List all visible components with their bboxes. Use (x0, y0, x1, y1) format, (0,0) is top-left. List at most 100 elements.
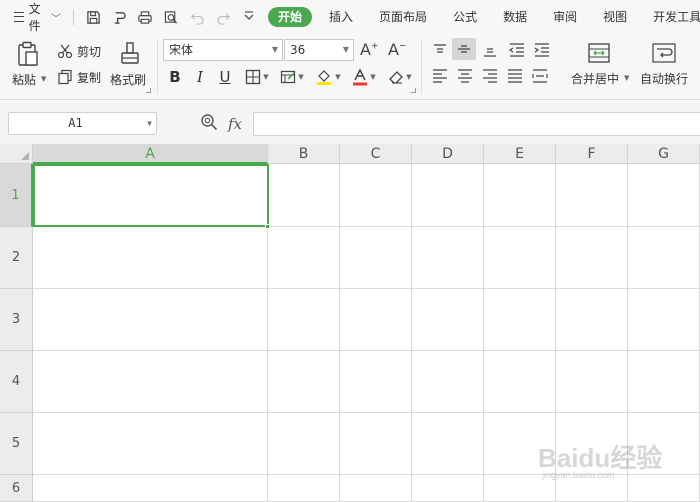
print-preview-icon[interactable] (162, 8, 180, 26)
column-header-a[interactable]: A (33, 144, 268, 164)
bold-button[interactable]: B (166, 66, 184, 88)
select-all-button[interactable] (0, 144, 33, 164)
cell-a6[interactable] (33, 475, 268, 502)
row-header-1[interactable]: 1 (0, 164, 33, 227)
align-top-button[interactable] (430, 40, 450, 60)
align-left-button[interactable] (430, 66, 450, 86)
cell-f1[interactable] (556, 164, 628, 227)
cell-style-button[interactable]: ▼ (277, 66, 307, 88)
underline-button[interactable]: U (216, 66, 234, 88)
cell-e4[interactable] (484, 351, 556, 413)
cell-d3[interactable] (412, 289, 484, 351)
undo-icon[interactable] (188, 8, 206, 26)
cell-d6[interactable] (412, 475, 484, 502)
align-center-button[interactable] (455, 66, 475, 86)
cell-f2[interactable] (556, 227, 628, 289)
cell-d1[interactable] (412, 164, 484, 227)
column-header-f[interactable]: F (556, 144, 628, 164)
cell-f3[interactable] (556, 289, 628, 351)
cell-d5[interactable] (412, 413, 484, 475)
column-header-b[interactable]: B (268, 144, 340, 164)
tab-formulas[interactable]: 公式 (440, 7, 490, 27)
format-painter-button[interactable]: 格式刷 (110, 39, 150, 91)
name-box[interactable]: A1 ▼ (8, 112, 157, 135)
column-header-e[interactable]: E (484, 144, 556, 164)
cell-e1[interactable] (484, 164, 556, 227)
print-format-icon[interactable] (110, 8, 128, 26)
customize-icon[interactable] (240, 8, 258, 26)
italic-button[interactable]: I (191, 66, 209, 88)
cut-button[interactable]: 剪切 (57, 42, 101, 60)
row-header-4[interactable]: 4 (0, 351, 33, 413)
cell-f4[interactable] (556, 351, 628, 413)
paste-button[interactable]: 粘贴 ▼ (11, 39, 47, 89)
cell-e3[interactable] (484, 289, 556, 351)
cell-c6[interactable] (340, 475, 412, 502)
row-header-5[interactable]: 5 (0, 413, 33, 475)
cell-a5[interactable] (33, 413, 268, 475)
clear-button[interactable]: ▼ (386, 66, 414, 88)
increase-indent-button[interactable] (532, 40, 552, 60)
cell-b3[interactable] (268, 289, 340, 351)
redo-icon[interactable] (214, 8, 232, 26)
cell-c5[interactable] (340, 413, 412, 475)
align-middle-button[interactable] (452, 38, 476, 60)
row-header-6[interactable]: 6 (0, 475, 33, 502)
cell-c4[interactable] (340, 351, 412, 413)
align-right-button[interactable] (480, 66, 500, 86)
cell-c3[interactable] (340, 289, 412, 351)
tab-review[interactable]: 审阅 (540, 7, 590, 27)
cell-d4[interactable] (412, 351, 484, 413)
column-header-d[interactable]: D (412, 144, 484, 164)
align-bottom-button[interactable] (480, 40, 500, 60)
row-header-2[interactable]: 2 (0, 227, 33, 289)
cell-c1[interactable] (340, 164, 412, 227)
fill-handle[interactable] (265, 224, 270, 229)
borders-button[interactable]: ▼ (242, 66, 272, 88)
cell-d2[interactable] (412, 227, 484, 289)
file-menu-button[interactable]: 文件 ﹀ (14, 2, 61, 33)
insert-function-button[interactable]: fx (228, 115, 242, 133)
tab-home[interactable]: 开始 (268, 7, 313, 27)
decrease-indent-button[interactable] (507, 40, 527, 60)
clipboard-group-launcher[interactable] (146, 88, 151, 93)
justify-button[interactable] (505, 66, 525, 86)
column-header-c[interactable]: C (340, 144, 412, 164)
cell-b6[interactable] (268, 475, 340, 502)
cell-b2[interactable] (268, 227, 340, 289)
column-header-g[interactable]: G (628, 144, 700, 164)
cell-a1[interactable] (33, 164, 268, 227)
tab-insert[interactable]: 插入 (316, 7, 366, 27)
cell-g1[interactable] (628, 164, 700, 227)
cell-g2[interactable] (628, 227, 700, 289)
font-color-button[interactable]: ▼ (350, 66, 378, 88)
tab-view[interactable]: 视图 (590, 7, 640, 27)
formula-input[interactable] (253, 112, 700, 136)
tab-data[interactable]: 数据 (490, 7, 540, 27)
cell-e2[interactable] (484, 227, 556, 289)
row-header-3[interactable]: 3 (0, 289, 33, 351)
merge-center-button[interactable]: 合并居中 ▼ (568, 40, 630, 90)
tab-developer[interactable]: 开发工具 (640, 7, 700, 27)
cell-b5[interactable] (268, 413, 340, 475)
tab-page-layout[interactable]: 页面布局 (366, 7, 440, 27)
cell-a2[interactable] (33, 227, 268, 289)
font-size-select[interactable]: 36 ▼ (284, 39, 354, 61)
distributed-align-button[interactable] (530, 66, 550, 86)
font-name-select[interactable]: 宋体 ▼ (163, 39, 283, 61)
wrap-text-button[interactable]: 自动换行 (638, 40, 696, 90)
print-icon[interactable] (136, 8, 154, 26)
cell-a4[interactable] (33, 351, 268, 413)
cell-a3[interactable] (33, 289, 268, 351)
cell-b4[interactable] (268, 351, 340, 413)
decrease-font-size-button[interactable]: A− (388, 40, 407, 59)
copy-button[interactable]: 复制 (57, 68, 101, 86)
cell-g3[interactable] (628, 289, 700, 351)
save-icon[interactable] (84, 8, 102, 26)
fill-color-button[interactable]: ▼ (313, 66, 343, 88)
font-group-launcher[interactable] (411, 88, 416, 93)
increase-font-size-button[interactable]: A+ (360, 40, 379, 59)
zoom-search-icon[interactable] (200, 113, 218, 135)
cell-c2[interactable] (340, 227, 412, 289)
cell-g4[interactable] (628, 351, 700, 413)
